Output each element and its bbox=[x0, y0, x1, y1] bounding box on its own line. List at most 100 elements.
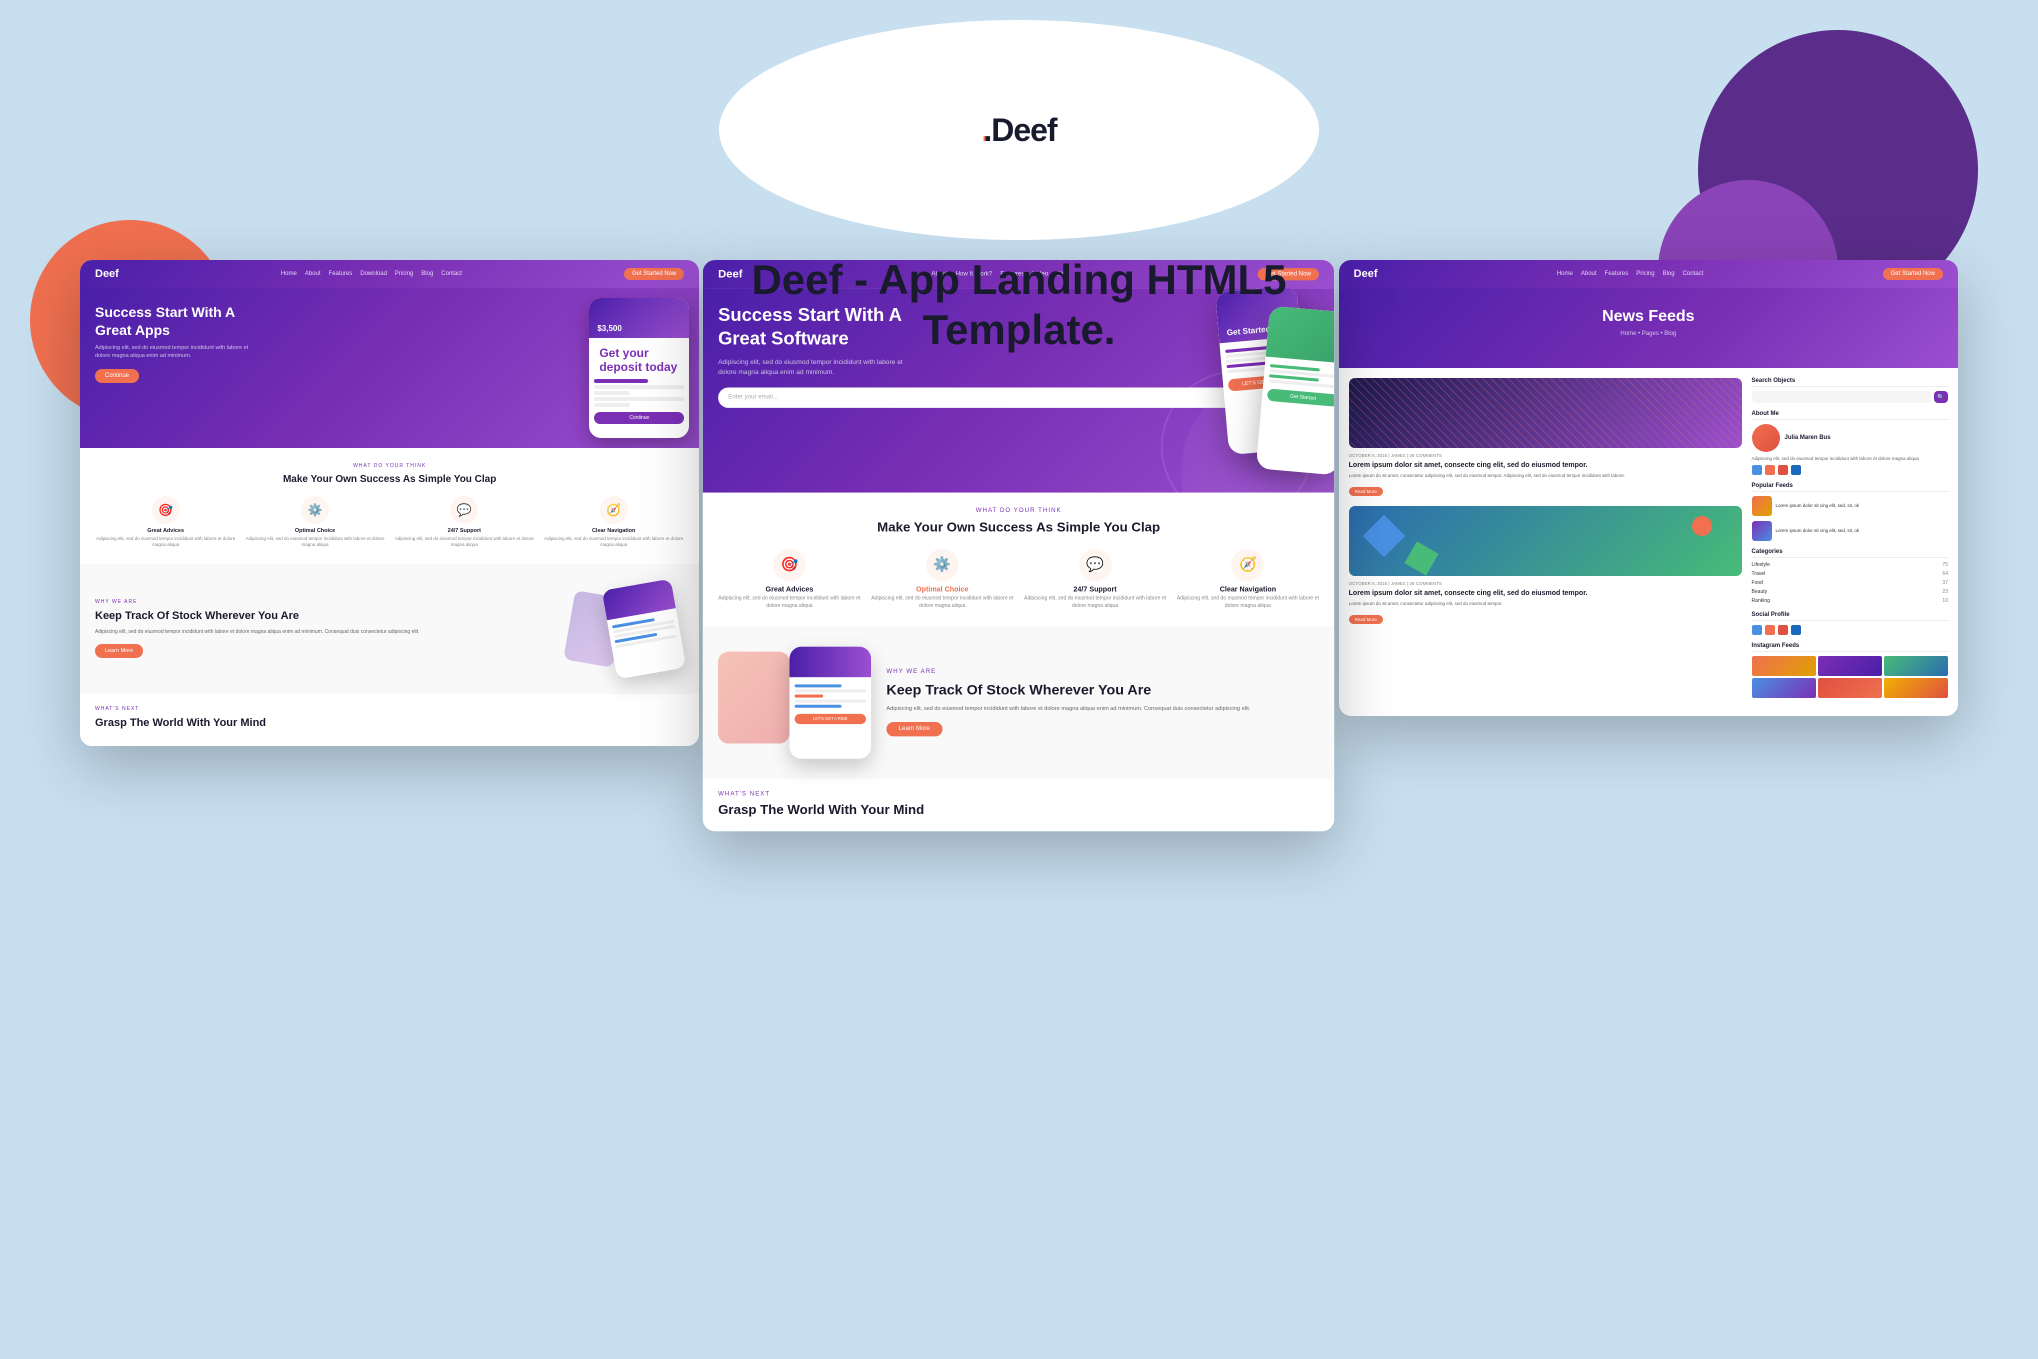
sc3-about-title: About Me bbox=[1752, 411, 1948, 420]
sc3-author-name: Julia Maren Bus bbox=[1785, 435, 1831, 441]
sc3-post1-text: Lorem ipsum do sit amet, consectetur adi… bbox=[1349, 473, 1742, 480]
sc3-popular-img-1 bbox=[1752, 496, 1772, 516]
sc1-feature-icon-4: 🧭 bbox=[600, 496, 628, 524]
sc3-post2-text: Lorem ipsum do sit amet, consectetur adi… bbox=[1349, 601, 1742, 608]
page-title: Deef - App Landing HTML5 Template. bbox=[719, 255, 1319, 356]
sc3-sp-tw[interactable] bbox=[1765, 625, 1775, 635]
sc3-nav: Deef Home About Features Pricing Blog Co… bbox=[1339, 260, 1958, 288]
sc3-content: OCTOBER 6, 2016 | JAMES | 09 COMMENTS Lo… bbox=[1339, 368, 1958, 716]
sc3-social-fb[interactable] bbox=[1752, 465, 1762, 475]
sc2-feature-title-3: 24/7 Support bbox=[1024, 586, 1167, 593]
sc3-search-input[interactable] bbox=[1752, 391, 1931, 403]
sc3-social-twitter[interactable] bbox=[1765, 465, 1775, 475]
sc1-nav-logo: Deef bbox=[95, 268, 119, 280]
sc2-why-title: Keep Track Of Stock Wherever You Are bbox=[887, 680, 1320, 699]
sc2-feature-1: 🎯 Great Advices Adipiscing elit, sed do … bbox=[718, 549, 861, 611]
sc1-hero-btn[interactable]: Continue bbox=[95, 369, 139, 383]
sc3-post2-btn[interactable]: Read More bbox=[1349, 615, 1383, 624]
sc3-cat-4: Beauty 23 bbox=[1752, 589, 1948, 595]
sc1-feature-icon-3: 💬 bbox=[450, 496, 478, 524]
sc3-cat-2: Travel 64 bbox=[1752, 571, 1948, 577]
sc3-social-insta[interactable] bbox=[1778, 465, 1788, 475]
sc3-instagram-title: Instagram Feeds bbox=[1752, 643, 1948, 652]
sc1-why-btn[interactable]: Learn More bbox=[95, 644, 143, 658]
sc3-popular-title: Popular Feeds bbox=[1752, 483, 1948, 492]
sc3-nav-cta[interactable]: Get Started Now bbox=[1883, 268, 1943, 280]
sc3-categories-section: Categories Lifestyle 75 Travel 64 Food 3… bbox=[1752, 549, 1948, 604]
sc3-insta-5 bbox=[1818, 678, 1882, 698]
center-header: ..Deef Deef - App Landing HTML5 Template… bbox=[719, 20, 1319, 356]
sc3-instagram-section: Instagram Feeds bbox=[1752, 643, 1948, 698]
sc1-why-content: WHY WE ARE Keep Track Of Stock Wherever … bbox=[95, 599, 554, 659]
sc1-feature-4: 🧭 Clear Navigation Adipiscing elit, sed … bbox=[543, 496, 684, 549]
sc3-social-linkedin[interactable] bbox=[1791, 465, 1801, 475]
sc2-feature-icon-4: 🧭 bbox=[1232, 549, 1265, 582]
sc3-insta-4 bbox=[1752, 678, 1816, 698]
sc3-search-btn[interactable]: 🔍 bbox=[1934, 391, 1948, 403]
sc1-hero-text: Adipiscing elit, sed do eiusmod tempor i… bbox=[95, 345, 255, 360]
sc3-sp-fb[interactable] bbox=[1752, 625, 1762, 635]
sc2-section-title: Make Your Own Success As Simple You Clap bbox=[718, 519, 1319, 536]
sc3-main: OCTOBER 6, 2016 | JAMES | 09 COMMENTS Lo… bbox=[1349, 378, 1742, 706]
sc3-cat-5: Ranking 10 bbox=[1752, 598, 1948, 604]
sc3-social-section: Social Profile bbox=[1752, 612, 1948, 635]
sc1-why-section: WHY WE ARE Keep Track Of Stock Wherever … bbox=[80, 564, 699, 694]
sc3-avatar bbox=[1752, 424, 1780, 452]
sc3-hero-title: News Feeds bbox=[1354, 308, 1943, 326]
sc3-post1-btn[interactable]: Read More bbox=[1349, 487, 1383, 496]
sc2-section-label: WHAT DO YOUR THINK bbox=[718, 508, 1319, 514]
sc3-social-icons bbox=[1752, 465, 1948, 475]
sc2-feature-title-1: Great Advices bbox=[718, 586, 861, 593]
sc3-insta-grid bbox=[1752, 656, 1948, 698]
sc1-feature-title-1: Great Advices bbox=[95, 528, 236, 534]
sc2-features: 🎯 Great Advices Adipiscing elit, sed do … bbox=[718, 549, 1319, 611]
sc3-nav-links: Home About Features Pricing Blog Contact bbox=[1557, 271, 1703, 277]
sc3-sp-li[interactable] bbox=[1791, 625, 1801, 635]
sc1-feature-1: 🎯 Great Advices Adipiscing elit, sed do … bbox=[95, 496, 236, 549]
sc3-insta-2 bbox=[1818, 656, 1882, 676]
screenshot-1: Deef Home About Features Download Pricin… bbox=[80, 260, 699, 746]
sc1-feature-icon-1: 🎯 bbox=[152, 496, 180, 524]
sc3-post2-img bbox=[1349, 506, 1742, 576]
sc1-nav-cta[interactable]: Get Started Now bbox=[624, 268, 684, 280]
sc3-post1-meta: OCTOBER 6, 2016 | JAMES | 09 COMMENTS bbox=[1349, 453, 1742, 458]
sc2-feature-4: 🧭 Clear Navigation Adipiscing elit, sed … bbox=[1177, 549, 1320, 611]
sc2-feature-title-2: Optimal Choice bbox=[871, 586, 1014, 593]
sc1-section-label: WHAT DO YOUR THINK bbox=[95, 463, 684, 469]
sc2-feature-3: 💬 24/7 Support Adipiscing elit, sed do e… bbox=[1024, 549, 1167, 611]
sc3-social-profile-icons bbox=[1752, 625, 1948, 635]
sc1-why-title: Keep Track Of Stock Wherever You Are bbox=[95, 609, 554, 623]
sc1-phone-tilted bbox=[602, 578, 687, 679]
sc2-why-btn[interactable]: Learn More bbox=[887, 722, 943, 736]
sc1-grasp-title: Grasp The World With Your Mind bbox=[95, 716, 684, 730]
sc3-cat-3: Food 37 bbox=[1752, 580, 1948, 586]
sc1-phone-mockup: $3,500 Get your deposit today Continue bbox=[589, 298, 689, 438]
sc3-popular-1: Lorem ipsum dolor sit cing elit, sed, si… bbox=[1752, 496, 1948, 516]
sc2-hero-text: Adipiscing elit, sed do eiusmod tempor i… bbox=[718, 358, 922, 378]
sc3-author-bio: Adipiscing elit, sed do eiusmod tempor i… bbox=[1752, 456, 1948, 462]
sc3-search-row: 🔍 bbox=[1752, 391, 1948, 403]
sc3-sp-yt[interactable] bbox=[1778, 625, 1788, 635]
sc2-why-content: WHY WE ARE Keep Track Of Stock Wherever … bbox=[887, 669, 1320, 736]
sc1-section-title: Make Your Own Success As Simple You Clap bbox=[95, 473, 684, 486]
sc3-cat-1: Lifestyle 75 bbox=[1752, 562, 1948, 568]
sc3-search-section: Search Objects 🔍 bbox=[1752, 378, 1948, 403]
sc2-feature-icon-3: 💬 bbox=[1079, 549, 1112, 582]
sc3-post2-meta: OCTOBER 6, 2016 | JAMES | 09 COMMENTS bbox=[1349, 581, 1742, 586]
sc2-feature-icon-1: 🎯 bbox=[773, 549, 806, 582]
oval-background: ..Deef bbox=[719, 20, 1319, 240]
sc2-features-section: WHAT DO YOUR THINK Make Your Own Success… bbox=[703, 493, 1335, 627]
sc3-post2-title: Lorem ipsum dolor sit amet, consecte cin… bbox=[1349, 589, 1742, 598]
sc1-hero: Success Start With A Great Apps Adipisci… bbox=[80, 288, 699, 448]
logo: ..Deef bbox=[981, 112, 1056, 149]
sc1-grasp-section: WHAT'S NEXT Grasp The World With Your Mi… bbox=[80, 694, 699, 746]
sc1-nav-links: Home About Features Download Pricing Blo… bbox=[281, 271, 462, 277]
sc3-nav-logo: Deef bbox=[1354, 268, 1378, 280]
sc2-feature-title-4: Clear Navigation bbox=[1177, 586, 1320, 593]
sc3-insta-3 bbox=[1884, 656, 1948, 676]
sc3-sidebar: Search Objects 🔍 About Me Julia Maren Bu… bbox=[1752, 378, 1948, 706]
sc1-nav: Deef Home About Features Download Pricin… bbox=[80, 260, 699, 288]
screenshot-3: Deef Home About Features Pricing Blog Co… bbox=[1339, 260, 1958, 716]
sc1-feature-title-4: Clear Navigation bbox=[543, 528, 684, 534]
sc3-about-section: About Me Julia Maren Bus Adipiscing elit… bbox=[1752, 411, 1948, 475]
